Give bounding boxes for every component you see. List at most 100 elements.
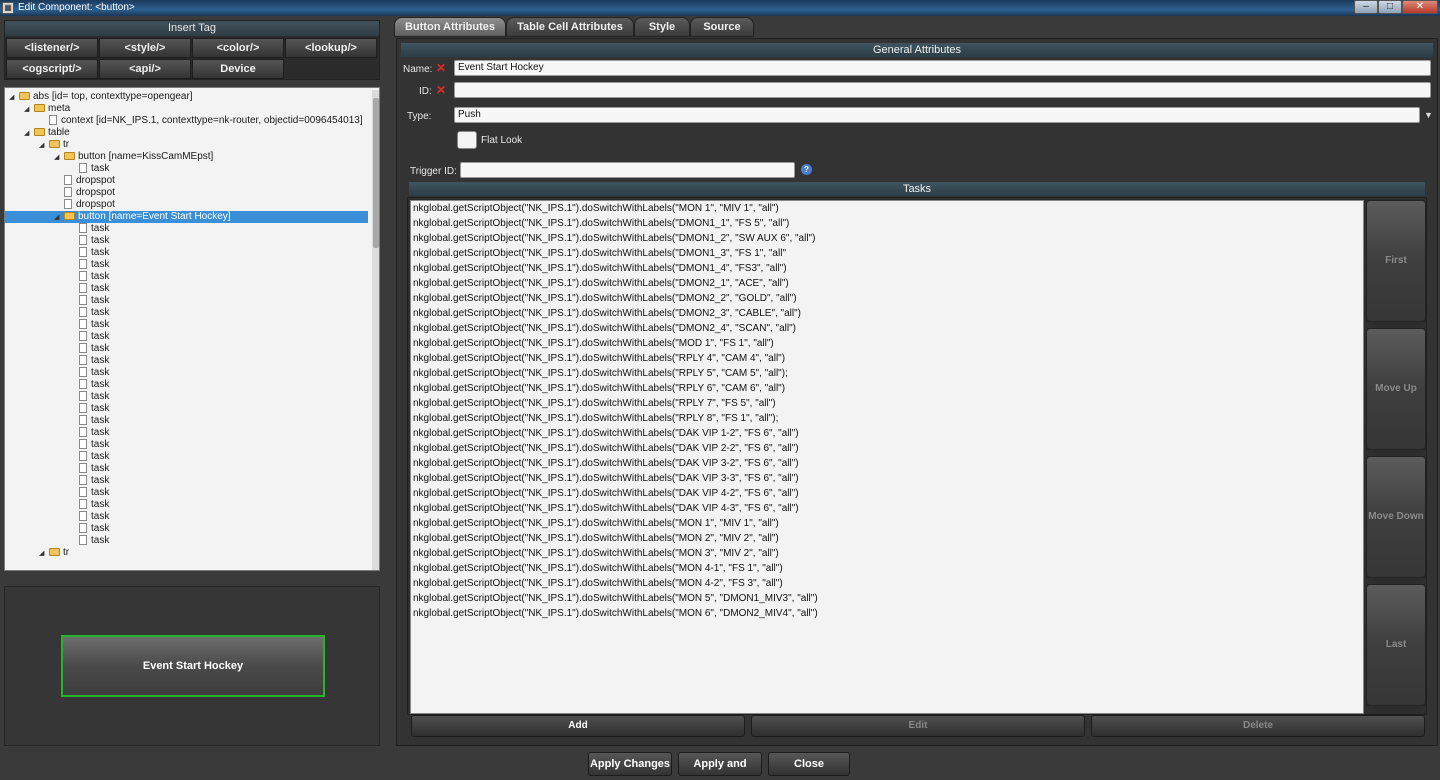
trigger-id-field[interactable] xyxy=(460,162,795,178)
tree-node[interactable]: ◢ tr xyxy=(39,139,69,151)
first-button[interactable]: First xyxy=(1366,200,1426,322)
task-item[interactable]: nkglobal.getScriptObject("NK_IPS.1").doS… xyxy=(411,201,1363,216)
help-icon[interactable]: ? xyxy=(801,164,812,175)
expand-arrow-icon[interactable]: ◢ xyxy=(24,128,34,140)
tree-node[interactable]: task xyxy=(69,271,109,283)
move-up-button[interactable]: Move Up xyxy=(1366,328,1426,450)
task-item[interactable]: nkglobal.getScriptObject("NK_IPS.1").doS… xyxy=(411,276,1363,291)
component-tree[interactable]: ◢ abs [id= top, contexttype=opengear] ◢ met… xyxy=(4,87,380,571)
task-item[interactable]: nkglobal.getScriptObject("NK_IPS.1").doS… xyxy=(411,261,1363,276)
insert-ogscript-button[interactable]: <ogscript/> xyxy=(6,59,98,79)
tree-node[interactable]: task xyxy=(69,307,109,319)
edit-task-button[interactable]: Edit xyxy=(751,715,1085,737)
tree-node[interactable]: ◢ table xyxy=(24,127,70,139)
task-item[interactable]: nkglobal.getScriptObject("NK_IPS.1").doS… xyxy=(411,291,1363,306)
tree-node[interactable]: ◢ meta xyxy=(24,103,70,115)
task-item[interactable]: nkglobal.getScriptObject("NK_IPS.1").doS… xyxy=(411,306,1363,321)
tree-node[interactable]: dropspot xyxy=(54,175,115,187)
tree-node[interactable]: task xyxy=(69,439,109,451)
task-item[interactable]: nkglobal.getScriptObject("NK_IPS.1").doS… xyxy=(411,576,1363,591)
delete-task-button[interactable]: Delete xyxy=(1091,715,1425,737)
tree-node[interactable]: task xyxy=(69,475,109,487)
task-item[interactable]: nkglobal.getScriptObject("NK_IPS.1").doS… xyxy=(411,561,1363,576)
tree-node[interactable]: task xyxy=(69,487,109,499)
tree-node[interactable]: ◢ button [name=Event Start Hockey] xyxy=(5,211,368,223)
tree-node[interactable]: task xyxy=(69,511,109,523)
tree-node[interactable]: ◢ tr xyxy=(39,547,69,559)
tree-scrollbar-thumb[interactable] xyxy=(373,98,379,248)
expand-arrow-icon[interactable]: ◢ xyxy=(54,212,64,224)
tree-node[interactable]: dropspot xyxy=(54,187,115,199)
task-item[interactable]: nkglobal.getScriptObject("NK_IPS.1").doS… xyxy=(411,501,1363,516)
task-item[interactable]: nkglobal.getScriptObject("NK_IPS.1").doS… xyxy=(411,336,1363,351)
close-button[interactable]: Close xyxy=(768,752,850,776)
tree-node[interactable]: task xyxy=(69,331,109,343)
tab-style[interactable]: Style xyxy=(634,17,690,37)
tab-source[interactable]: Source xyxy=(690,17,754,37)
tab-button-attributes[interactable]: Button Attributes xyxy=(394,17,506,37)
last-button[interactable]: Last xyxy=(1366,584,1426,706)
minimize-button[interactable]: – xyxy=(1354,0,1378,14)
close-window-button[interactable]: ✕ xyxy=(1402,0,1438,14)
insert-api-button[interactable]: <api/> xyxy=(99,59,191,79)
insert-lookup-button[interactable]: <lookup/> xyxy=(285,38,377,58)
task-item[interactable]: nkglobal.getScriptObject("NK_IPS.1").doS… xyxy=(411,216,1363,231)
tree-node[interactable]: task xyxy=(69,415,109,427)
expand-arrow-icon[interactable]: ◢ xyxy=(39,548,49,560)
task-item[interactable]: nkglobal.getScriptObject("NK_IPS.1").doS… xyxy=(411,351,1363,366)
task-item[interactable]: nkglobal.getScriptObject("NK_IPS.1").doS… xyxy=(411,396,1363,411)
id-field[interactable] xyxy=(454,82,1431,98)
task-item[interactable]: nkglobal.getScriptObject("NK_IPS.1").doS… xyxy=(411,456,1363,471)
tree-node[interactable]: task xyxy=(69,355,109,367)
tree-node[interactable]: task xyxy=(69,427,109,439)
task-item[interactable]: nkglobal.getScriptObject("NK_IPS.1").doS… xyxy=(411,321,1363,336)
name-field[interactable]: Event Start Hockey xyxy=(454,60,1431,76)
expand-arrow-icon[interactable]: ◢ xyxy=(9,92,19,104)
task-item[interactable]: nkglobal.getScriptObject("NK_IPS.1").doS… xyxy=(411,546,1363,561)
tree-scrollbar[interactable] xyxy=(372,90,379,570)
task-item[interactable]: nkglobal.getScriptObject("NK_IPS.1").doS… xyxy=(411,246,1363,261)
task-item[interactable]: nkglobal.getScriptObject("NK_IPS.1").doS… xyxy=(411,606,1363,621)
task-item[interactable]: nkglobal.getScriptObject("NK_IPS.1").doS… xyxy=(411,426,1363,441)
chevron-down-icon[interactable]: ▼ xyxy=(1424,110,1433,120)
tree-node[interactable]: task xyxy=(69,235,109,247)
task-item[interactable]: nkglobal.getScriptObject("NK_IPS.1").doS… xyxy=(411,516,1363,531)
task-item[interactable]: nkglobal.getScriptObject("NK_IPS.1").doS… xyxy=(411,411,1363,426)
tree-node[interactable]: task xyxy=(69,535,109,547)
type-select[interactable]: Push xyxy=(454,107,1420,123)
tree-node[interactable]: task xyxy=(69,367,109,379)
tree-node[interactable]: task xyxy=(69,499,109,511)
insert-color-button[interactable]: <color/> xyxy=(192,38,284,58)
move-down-button[interactable]: Move Down xyxy=(1366,456,1426,578)
expand-arrow-icon[interactable]: ◢ xyxy=(39,140,49,152)
tree-node[interactable]: task xyxy=(69,223,109,235)
apply-and-close-button[interactable]: Apply and Close xyxy=(678,752,762,776)
tree-node[interactable]: task xyxy=(69,283,109,295)
task-item[interactable]: nkglobal.getScriptObject("NK_IPS.1").doS… xyxy=(411,231,1363,246)
task-item[interactable]: nkglobal.getScriptObject("NK_IPS.1").doS… xyxy=(411,441,1363,456)
task-item[interactable]: nkglobal.getScriptObject("NK_IPS.1").doS… xyxy=(411,591,1363,606)
flat-look-checkbox[interactable] xyxy=(457,131,477,149)
task-item[interactable]: nkglobal.getScriptObject("NK_IPS.1").doS… xyxy=(411,381,1363,396)
preview-button[interactable]: Event Start Hockey xyxy=(61,635,325,697)
tree-node[interactable]: task xyxy=(69,391,109,403)
insert-listener-button[interactable]: <listener/> xyxy=(6,38,98,58)
tree-node[interactable]: dropspot xyxy=(54,199,115,211)
expand-arrow-icon[interactable]: ◢ xyxy=(54,152,64,164)
add-task-button[interactable]: Add xyxy=(411,715,745,737)
task-item[interactable]: nkglobal.getScriptObject("NK_IPS.1").doS… xyxy=(411,531,1363,546)
tree-node[interactable]: task xyxy=(69,319,109,331)
tree-node[interactable]: task xyxy=(69,379,109,391)
tree-node[interactable]: task xyxy=(69,295,109,307)
tree-node[interactable]: task xyxy=(69,403,109,415)
insert-style-button[interactable]: <style/> xyxy=(99,38,191,58)
tree-node[interactable]: task xyxy=(69,451,109,463)
tree-node[interactable]: task xyxy=(69,259,109,271)
tree-node[interactable]: context [id=NK_IPS.1, contexttype=nk-rou… xyxy=(39,115,363,127)
insert-device-button[interactable]: Device xyxy=(192,59,284,79)
tab-table-cell-attributes[interactable]: Table Cell Attributes xyxy=(506,17,634,37)
tree-node[interactable]: task xyxy=(69,343,109,355)
maximize-button[interactable]: □ xyxy=(1378,0,1402,14)
task-item[interactable]: nkglobal.getScriptObject("NK_IPS.1").doS… xyxy=(411,366,1363,381)
tree-node[interactable]: task xyxy=(69,163,109,175)
